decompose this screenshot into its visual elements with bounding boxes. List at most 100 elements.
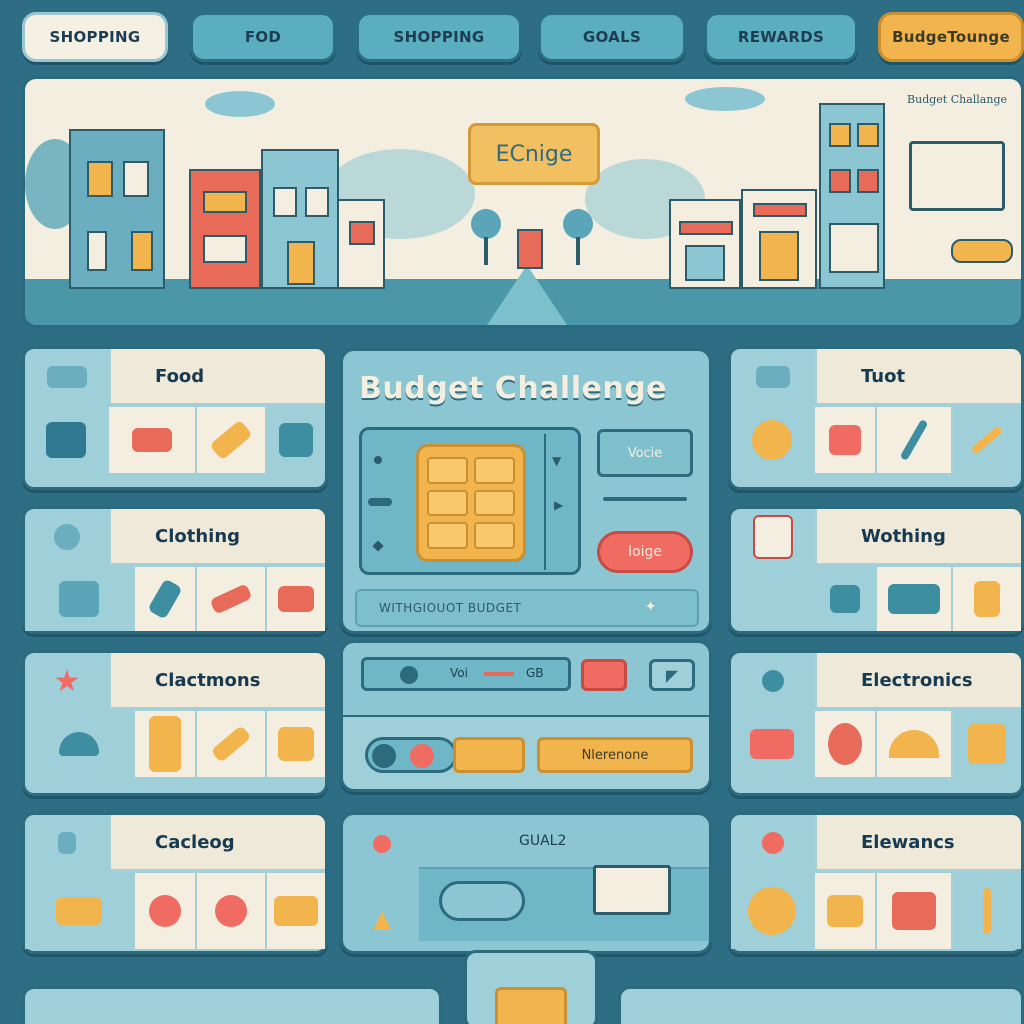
cursor-button[interactable]: ◤ — [649, 659, 695, 691]
toggle-switch[interactable] — [365, 737, 457, 773]
banner-cta-button[interactable]: ECnige — [468, 123, 600, 185]
wallet-icon[interactable] — [267, 567, 325, 631]
billboard-icon — [909, 141, 1005, 211]
chevron-right-icon[interactable]: ▶ — [554, 498, 563, 512]
drawer-icon[interactable] — [25, 567, 135, 631]
bread-icon[interactable] — [267, 873, 325, 949]
jar-icon — [25, 815, 109, 871]
apple-icon[interactable] — [197, 873, 267, 949]
category-title: Clactmons — [109, 653, 325, 709]
cart-icon[interactable] — [109, 407, 197, 473]
record-button[interactable] — [581, 659, 627, 691]
goal-panel: GUAL2 ▲ — [340, 812, 712, 954]
category-title: Cacleog — [109, 815, 325, 871]
radio-icon[interactable] — [877, 567, 953, 631]
building-icon — [741, 189, 817, 289]
hero-banner: ECnige Budget Challange — [22, 76, 1024, 328]
jar-icon[interactable] — [953, 567, 1021, 631]
pencil-icon[interactable] — [953, 873, 1021, 949]
jar-icon[interactable] — [815, 711, 877, 777]
tab-food[interactable]: FOD — [190, 12, 336, 62]
category-card-food[interactable]: Food — [22, 346, 328, 490]
apple-icon[interactable] — [135, 873, 197, 949]
house-icon — [517, 229, 543, 269]
slot-icon — [368, 498, 392, 506]
scroll-column[interactable]: ▼ ▶ — [544, 434, 574, 570]
register-icon[interactable] — [25, 407, 109, 473]
bag-icon[interactable] — [953, 711, 1021, 777]
brush-icon[interactable] — [197, 711, 267, 777]
building-icon — [189, 169, 261, 289]
category-card-clothing[interactable]: Clothing — [22, 506, 328, 634]
cart-icon[interactable] — [815, 567, 877, 631]
warning-icon: ▲ — [373, 905, 392, 933]
level-bar — [484, 672, 514, 676]
coin-icon[interactable] — [731, 873, 815, 949]
value-label: GB — [526, 666, 544, 680]
bulb-icon — [731, 653, 815, 709]
category-title: Electronics — [815, 653, 1021, 709]
category-card-elewancs[interactable]: Elewancs — [728, 812, 1024, 954]
pencil-icon[interactable] — [877, 407, 953, 473]
keypad-key[interactable] — [474, 522, 515, 549]
progress-line — [603, 497, 687, 501]
helmet-icon[interactable] — [25, 711, 135, 777]
tab-goals[interactable]: GOALS — [538, 12, 686, 62]
action-button[interactable]: Nlerenone — [537, 737, 693, 773]
shoe-icon[interactable] — [731, 711, 815, 777]
toggle-pill[interactable] — [439, 881, 525, 921]
tab-rewards[interactable]: REWARDS — [704, 12, 858, 62]
keypad-key[interactable] — [427, 457, 468, 484]
voice-button[interactable]: Vocie — [597, 429, 693, 477]
box-icon[interactable] — [267, 711, 325, 777]
fruit-icon[interactable] — [815, 873, 877, 949]
keypad-key[interactable] — [474, 489, 515, 517]
sock-icon[interactable] — [197, 567, 267, 631]
category-card-wothing[interactable]: Wothing — [728, 506, 1024, 634]
keypad-key[interactable] — [427, 489, 468, 517]
cloud-icon — [685, 87, 765, 111]
control-strip[interactable]: Voi GB — [361, 657, 571, 691]
shirt-icon[interactable] — [877, 873, 953, 949]
yellow-toggle[interactable] — [453, 737, 525, 773]
lounge-button[interactable]: Ioige — [597, 531, 693, 573]
chevron-down-icon[interactable]: ▼ — [552, 454, 561, 468]
bread-icon[interactable] — [197, 407, 267, 473]
bottom-card-right[interactable] — [618, 986, 1024, 1024]
bottom-card-left[interactable] — [22, 986, 442, 1024]
category-title: Food — [109, 349, 325, 405]
tab-shopping[interactable]: SHOPPING — [22, 12, 168, 62]
tree-icon — [563, 209, 593, 239]
bag-icon[interactable] — [815, 407, 877, 473]
tree-icon — [471, 209, 501, 239]
keypad-key[interactable] — [427, 522, 468, 549]
star-icon: ★ — [53, 663, 81, 699]
coin-icon[interactable] — [731, 407, 815, 473]
keypad[interactable] — [416, 444, 526, 562]
tab-shopping-2[interactable]: SHOPPING — [356, 12, 522, 62]
lamp-icon[interactable] — [877, 711, 953, 777]
category-title: Clothing — [109, 509, 325, 565]
roller-icon[interactable] — [135, 567, 197, 631]
building-icon — [669, 199, 741, 289]
store-icon — [25, 349, 109, 405]
basket-icon[interactable] — [25, 873, 135, 949]
keypad-key[interactable] — [474, 457, 515, 484]
bottom-card-center[interactable] — [464, 950, 598, 1024]
car-icon — [951, 239, 1013, 263]
category-card-cacleog[interactable]: Cacleog — [22, 812, 328, 954]
category-card-clactmons[interactable]: ★ Clactmons — [22, 650, 328, 796]
laptop-icon — [593, 865, 671, 915]
tag-icon — [731, 349, 815, 405]
budget-status-bar[interactable]: WITHGIOUOT BUDGET ✦ — [355, 589, 699, 627]
tab-budgetounge[interactable]: BudgeTounge — [878, 12, 1024, 62]
notebook-icon[interactable] — [135, 711, 197, 777]
tools-icon[interactable] — [953, 407, 1021, 473]
dot-icon — [374, 456, 382, 464]
screen-icon[interactable] — [267, 407, 325, 473]
toggle-knob-icon[interactable] — [400, 666, 418, 684]
category-card-electronics[interactable]: Electronics — [728, 650, 1024, 796]
budget-challenge-panel: Budget Challenge ▼ ▶ Vocie Ioige WITHGIO… — [340, 348, 712, 634]
category-title: Tuot — [815, 349, 1021, 405]
category-card-tuot[interactable]: Tuot — [728, 346, 1024, 490]
